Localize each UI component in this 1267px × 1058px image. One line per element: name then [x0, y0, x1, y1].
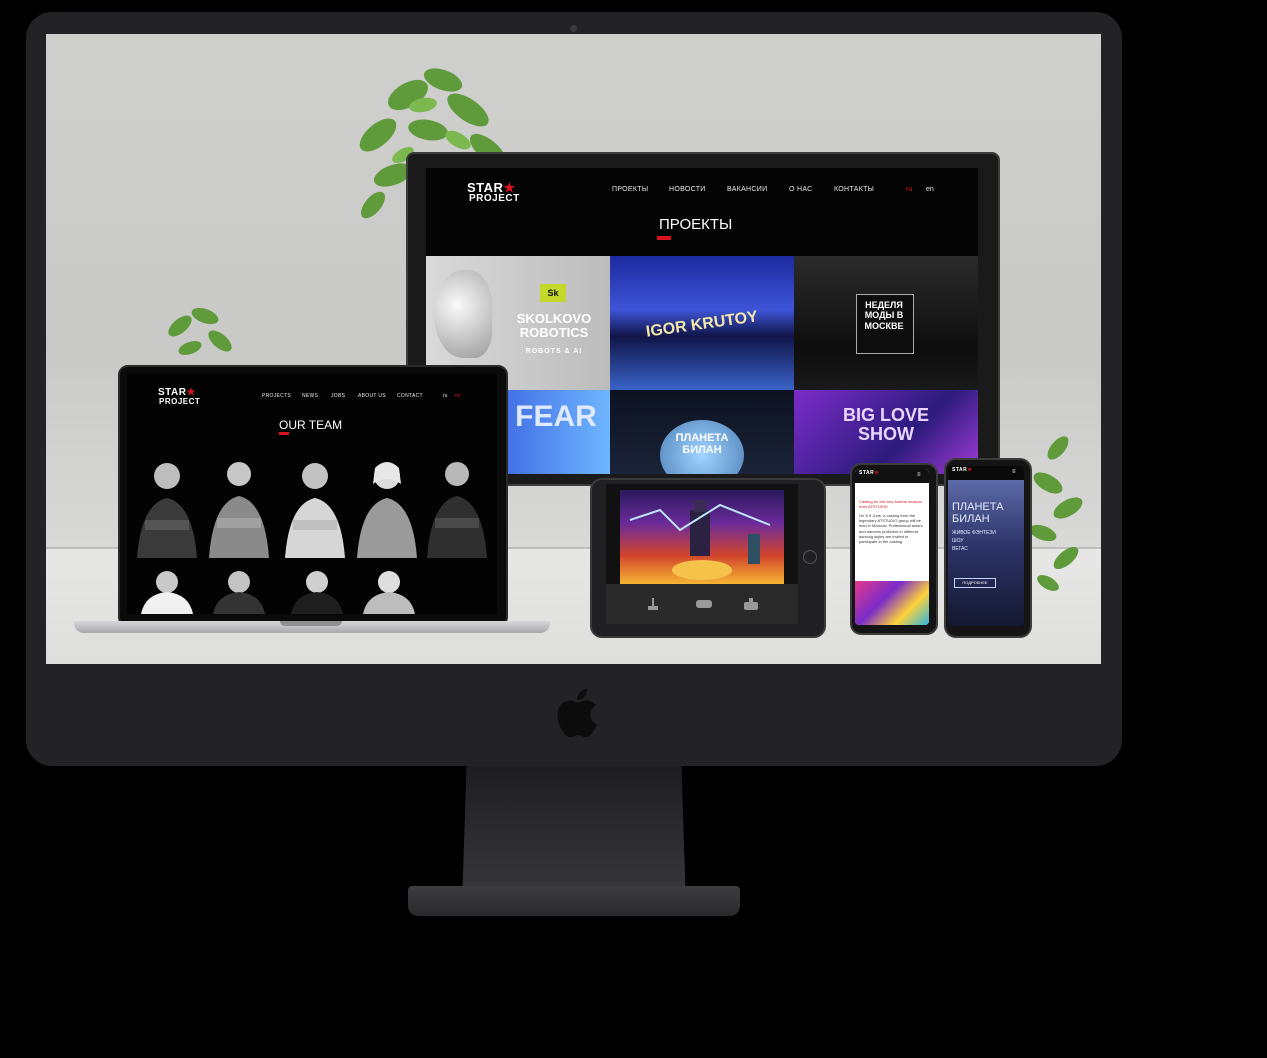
tile-title: BIG LOVE SHOW [842, 405, 929, 444]
lang-ru[interactable]: ru [906, 186, 912, 193]
phone2-header: STAR★ ≡ [948, 466, 1024, 480]
phone1-screen: STAR★ ≡ Casting for the new Iutome music… [855, 469, 929, 625]
laptop-website: STAR★ PROJECT PROJECTS NEWS JOBS ABOUT U… [127, 374, 497, 614]
phone1-header: STAR★ ≡ [855, 469, 929, 483]
logo-star-text: STAR [859, 470, 875, 476]
star-icon: ★ [967, 467, 973, 473]
joystick-icon[interactable] [648, 598, 658, 610]
nav-contact[interactable]: CONTACT [397, 393, 423, 399]
hero-sub3: ВЕГАС [952, 546, 968, 552]
lang-en[interactable]: en [455, 393, 461, 399]
details-button[interactable]: ПОДРОБНЕЕ [954, 578, 996, 588]
tile-title: ПЛАНЕТА БИЛАН [675, 432, 729, 457]
team-member-photo[interactable] [359, 564, 419, 614]
logo-project-text: PROJECT [159, 397, 201, 406]
apple-logo-icon [557, 688, 597, 738]
team-member-photo[interactable] [423, 454, 491, 558]
controller-icon[interactable] [744, 598, 758, 610]
monitor-logo[interactable]: STAR★ PROJECT [467, 181, 520, 204]
tile-subtitle: ROBOTS & AI [525, 348, 583, 355]
gamepad-icon[interactable] [696, 600, 712, 608]
star-icon: ★ [874, 470, 880, 476]
tile-title: FEAR [515, 400, 597, 433]
hero-sub1: ЖИВОЕ ФЭНТЕЗИ [952, 530, 996, 536]
game-character-image [629, 500, 771, 580]
logo-star-text: STAR [952, 467, 968, 473]
phone1-promo-image[interactable] [855, 581, 929, 625]
sk-badge: Sk [540, 284, 566, 302]
title-underline [657, 236, 671, 240]
laptop-logo[interactable]: STAR★ PROJECT [158, 388, 200, 406]
nav-about[interactable]: ABOUT US [358, 393, 386, 399]
tile-title: НЕДЕЛЯ МОДЫ В МОСКВЕ [864, 300, 904, 331]
team-member-photo[interactable] [205, 454, 273, 558]
nav-projects[interactable]: PROJECTS [262, 393, 291, 399]
news-heading: Casting for the new Iutome musical from … [859, 499, 922, 510]
nav-jobs[interactable]: ВАКАНСИИ [727, 186, 767, 193]
page-title: ПРОЕКТЫ [659, 216, 733, 233]
hero-sub2: ШОУ [952, 538, 964, 544]
tablet-home-button[interactable] [803, 550, 817, 564]
nav-news[interactable]: NEWS [302, 393, 318, 399]
nav-jobs[interactable]: JOBS [331, 393, 345, 399]
team-member-photo[interactable] [209, 564, 269, 614]
camera-icon [570, 25, 577, 32]
imac-stand [462, 766, 686, 906]
phone2-logo[interactable]: STAR★ [952, 468, 972, 473]
phone1-logo[interactable]: STAR★ [859, 471, 879, 476]
project-tile-fashion-week[interactable]: НЕДЕЛЯ МОДЫ В МОСКВЕ [794, 256, 978, 390]
project-tile-bilan[interactable]: ПЛАНЕТА БИЛАН [610, 390, 794, 474]
hero-title: ПЛАНЕТА БИЛАН [952, 501, 1004, 525]
phone2-screen: STAR★ ≡ ПЛАНЕТА БИЛАН ЖИВОЕ ФЭНТЕЗИ ШОУ … [948, 466, 1024, 626]
tablet-toolbar [606, 584, 798, 624]
nav-news[interactable]: НОВОСТИ [669, 186, 706, 193]
menu-icon[interactable]: ≡ [1012, 469, 1016, 475]
game-scene-image[interactable] [620, 490, 784, 584]
nav-about[interactable]: О НАС [789, 186, 813, 193]
team-member-photo[interactable] [137, 564, 197, 614]
nav-projects[interactable]: ПРОЕКТЫ [612, 186, 648, 193]
team-member-photo[interactable] [133, 454, 201, 558]
team-member-photo[interactable] [353, 454, 421, 558]
plant-left-image [168, 307, 232, 355]
monitor-website: STAR★ PROJECT ПРОЕКТЫ НОВОСТИ ВАКАНСИИ О… [426, 168, 978, 474]
logo-project-text: PROJECT [469, 193, 520, 204]
news-body: On 5-9 June, a casting from the legendar… [859, 513, 923, 544]
tile-title: SKOLKOVO ROBOTICS [516, 311, 592, 341]
menu-icon[interactable]: ≡ [917, 472, 921, 478]
lang-ru[interactable]: ru [443, 393, 447, 399]
title-underline [279, 432, 289, 435]
imac-stand-base [408, 886, 740, 916]
project-tile-krutoy[interactable]: IGOR KRUTOY [610, 256, 794, 390]
team-member-photo[interactable] [281, 454, 349, 558]
page-title: OUR TEAM [279, 418, 343, 432]
tablet-screen [606, 484, 798, 624]
nav-contacts[interactable]: КОНТАКТЫ [834, 186, 874, 193]
tile-title: IGOR KRUTOY [644, 308, 759, 341]
robot-head-image [434, 270, 492, 358]
team-member-photo[interactable] [287, 564, 347, 614]
lang-en[interactable]: en [926, 186, 934, 193]
laptop-notch [280, 621, 342, 626]
